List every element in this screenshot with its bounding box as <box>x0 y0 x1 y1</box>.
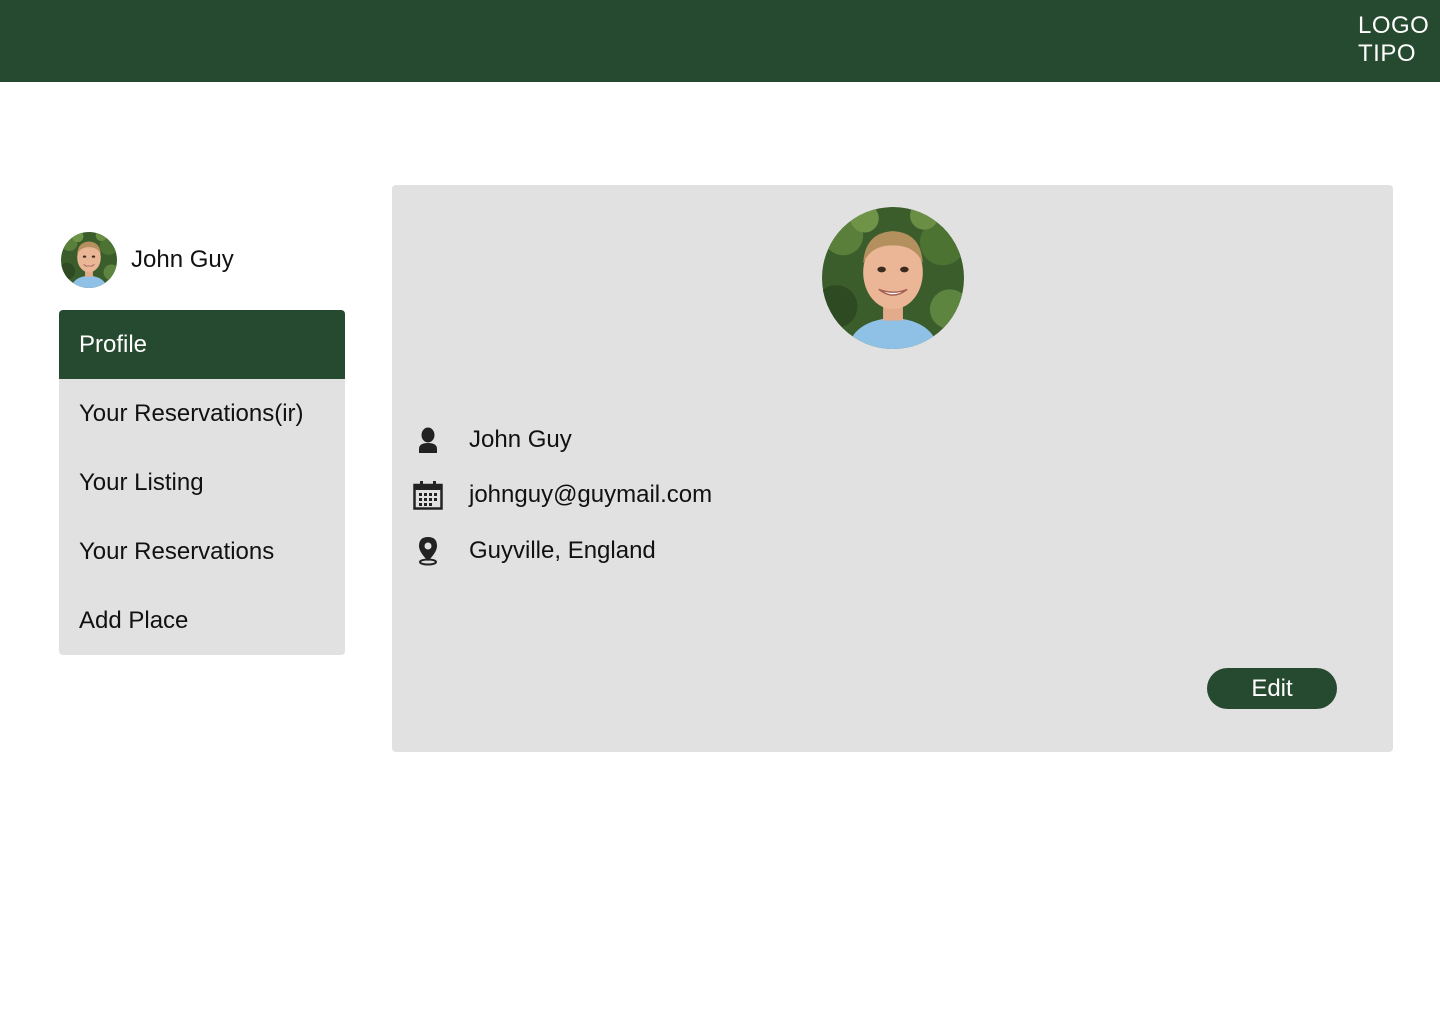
sidebar-item-your-listing[interactable]: Your Listing <box>59 448 345 517</box>
user-photo-icon <box>822 207 964 349</box>
user-summary: John Guy <box>61 232 234 288</box>
profile-email-row: johnguy@guymail.com <box>412 477 712 513</box>
sidebar-item-add-place[interactable]: Add Place <box>59 586 345 655</box>
profile-name-row: John Guy <box>412 422 572 458</box>
user-name: John Guy <box>131 246 234 273</box>
profile-avatar <box>822 207 964 349</box>
sidebar-item-profile[interactable]: Profile <box>59 310 345 379</box>
sidebar-menu: Profile Your Reservations(ir) Your Listi… <box>59 310 345 655</box>
profile-location-row: Guyville, England <box>412 533 656 569</box>
sidebar-item-your-reservations-ir[interactable]: Your Reservations(ir) <box>59 379 345 448</box>
profile-location: Guyville, England <box>469 537 656 564</box>
top-bar: LOGO TIPO <box>0 0 1440 82</box>
profile-email: johnguy@guymail.com <box>469 481 713 508</box>
avatar <box>61 232 117 288</box>
person-icon <box>412 424 444 456</box>
logo-line-1: LOGO <box>1358 12 1430 39</box>
user-photo-icon <box>61 232 117 288</box>
profile-card: John Guy johnguy@guymail.com Guyville, E… <box>392 185 1393 752</box>
sidebar-item-your-reservations[interactable]: Your Reservations <box>59 517 345 586</box>
calendar-icon <box>412 479 444 511</box>
logo[interactable]: LOGO TIPO <box>1358 12 1436 68</box>
edit-button[interactable]: Edit <box>1207 668 1337 709</box>
profile-name: John Guy <box>469 426 572 453</box>
logo-line-2: TIPO <box>1358 40 1417 67</box>
map-pin-icon <box>412 535 444 567</box>
